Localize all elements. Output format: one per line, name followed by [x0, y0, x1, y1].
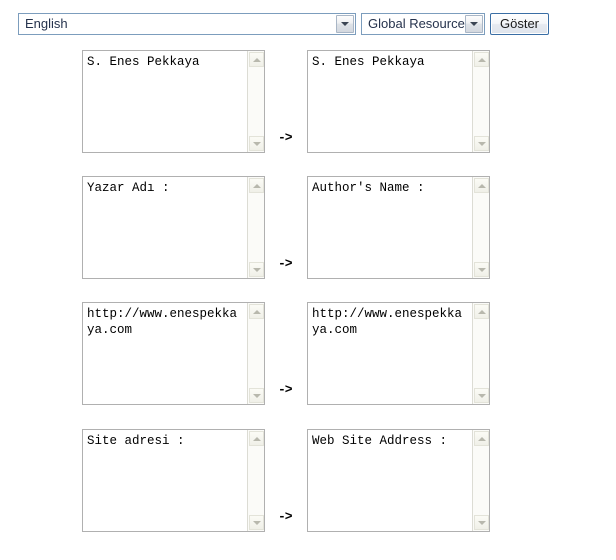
source-textarea[interactable]: S. Enes Pekkaya — [82, 50, 265, 153]
chevron-down-glyph — [252, 393, 261, 398]
source-textarea[interactable]: Site adresi : — [82, 429, 265, 532]
chevron-down-glyph — [252, 141, 261, 146]
chevron-down-glyph — [252, 520, 261, 525]
chevron-up-icon[interactable] — [249, 52, 264, 67]
chevron-up-icon[interactable] — [249, 304, 264, 319]
chevron-down-icon[interactable] — [249, 136, 264, 151]
chevron-up-icon[interactable] — [249, 431, 264, 446]
chevron-up-icon[interactable] — [474, 52, 489, 67]
chevron-down-icon[interactable] — [249, 515, 264, 530]
source-text: Site adresi : — [87, 434, 185, 448]
chevron-down-icon[interactable] — [249, 262, 264, 277]
source-text: Yazar Adı : — [87, 181, 170, 195]
source-scrollbar[interactable] — [247, 51, 264, 152]
target-text: S. Enes Pekkaya — [312, 55, 425, 69]
row-arrow: -> — [278, 509, 293, 524]
source-scrollbar[interactable] — [247, 430, 264, 531]
target-scrollbar[interactable] — [472, 430, 489, 531]
chevron-down-icon[interactable] — [465, 15, 483, 33]
chevron-down-glyph — [252, 267, 261, 272]
chevron-down-icon[interactable] — [474, 515, 489, 530]
table-row: http://www.enespekkaya.com -> http://www… — [0, 302, 616, 405]
row-arrow: -> — [278, 130, 293, 145]
row-arrow: -> — [278, 256, 293, 271]
chevron-up-icon[interactable] — [474, 431, 489, 446]
source-scrollbar[interactable] — [247, 177, 264, 278]
chevron-up-glyph — [477, 57, 486, 62]
chevron-down-icon[interactable] — [474, 388, 489, 403]
source-textarea[interactable]: Yazar Adı : — [82, 176, 265, 279]
chevron-up-icon[interactable] — [249, 178, 264, 193]
chevron-down-glyph — [470, 22, 478, 26]
language-select-value: English — [25, 16, 68, 31]
target-textarea[interactable]: Web Site Address : — [307, 429, 490, 532]
source-textarea[interactable]: http://www.enespekkaya.com — [82, 302, 265, 405]
chevron-up-glyph — [252, 183, 261, 188]
chevron-up-glyph — [252, 309, 261, 314]
chevron-up-glyph — [477, 183, 486, 188]
chevron-up-glyph — [477, 309, 486, 314]
chevron-down-icon[interactable] — [249, 388, 264, 403]
target-textarea[interactable]: http://www.enespekkaya.com — [307, 302, 490, 405]
resource-scope-select-value: Global Resources — [368, 16, 472, 31]
target-text: Author's Name : — [312, 181, 425, 195]
target-text: Web Site Address : — [312, 434, 448, 448]
table-row: Site adresi : -> Web Site Address : — [0, 429, 616, 532]
chevron-down-glyph — [477, 267, 486, 272]
chevron-up-icon[interactable] — [474, 178, 489, 193]
chevron-down-icon[interactable] — [474, 262, 489, 277]
target-textarea[interactable]: S. Enes Pekkaya — [307, 50, 490, 153]
chevron-down-glyph — [341, 22, 349, 26]
target-scrollbar[interactable] — [472, 51, 489, 152]
show-button[interactable]: Göster — [490, 13, 550, 35]
toolbar: English Global Resources Göster — [18, 13, 550, 35]
row-arrow: -> — [278, 382, 293, 397]
target-textarea[interactable]: Author's Name : — [307, 176, 490, 279]
chevron-down-icon[interactable] — [474, 136, 489, 151]
target-scrollbar[interactable] — [472, 303, 489, 404]
chevron-up-glyph — [477, 436, 486, 441]
table-row: Yazar Adı : -> Author's Name : — [0, 176, 616, 279]
source-text: http://www.enespekkaya.com — [87, 307, 238, 337]
language-select[interactable]: English — [18, 13, 356, 35]
chevron-down-glyph — [477, 393, 486, 398]
chevron-down-glyph — [477, 520, 486, 525]
chevron-up-icon[interactable] — [474, 304, 489, 319]
chevron-down-icon[interactable] — [336, 15, 354, 33]
chevron-down-glyph — [477, 141, 486, 146]
source-scrollbar[interactable] — [247, 303, 264, 404]
target-text: http://www.enespekkaya.com — [312, 307, 463, 337]
chevron-up-glyph — [252, 57, 261, 62]
target-scrollbar[interactable] — [472, 177, 489, 278]
source-text: S. Enes Pekkaya — [87, 55, 200, 69]
resource-scope-select[interactable]: Global Resources — [361, 13, 485, 35]
table-row: S. Enes Pekkaya -> S. Enes Pekkaya — [0, 50, 616, 153]
chevron-up-glyph — [252, 436, 261, 441]
